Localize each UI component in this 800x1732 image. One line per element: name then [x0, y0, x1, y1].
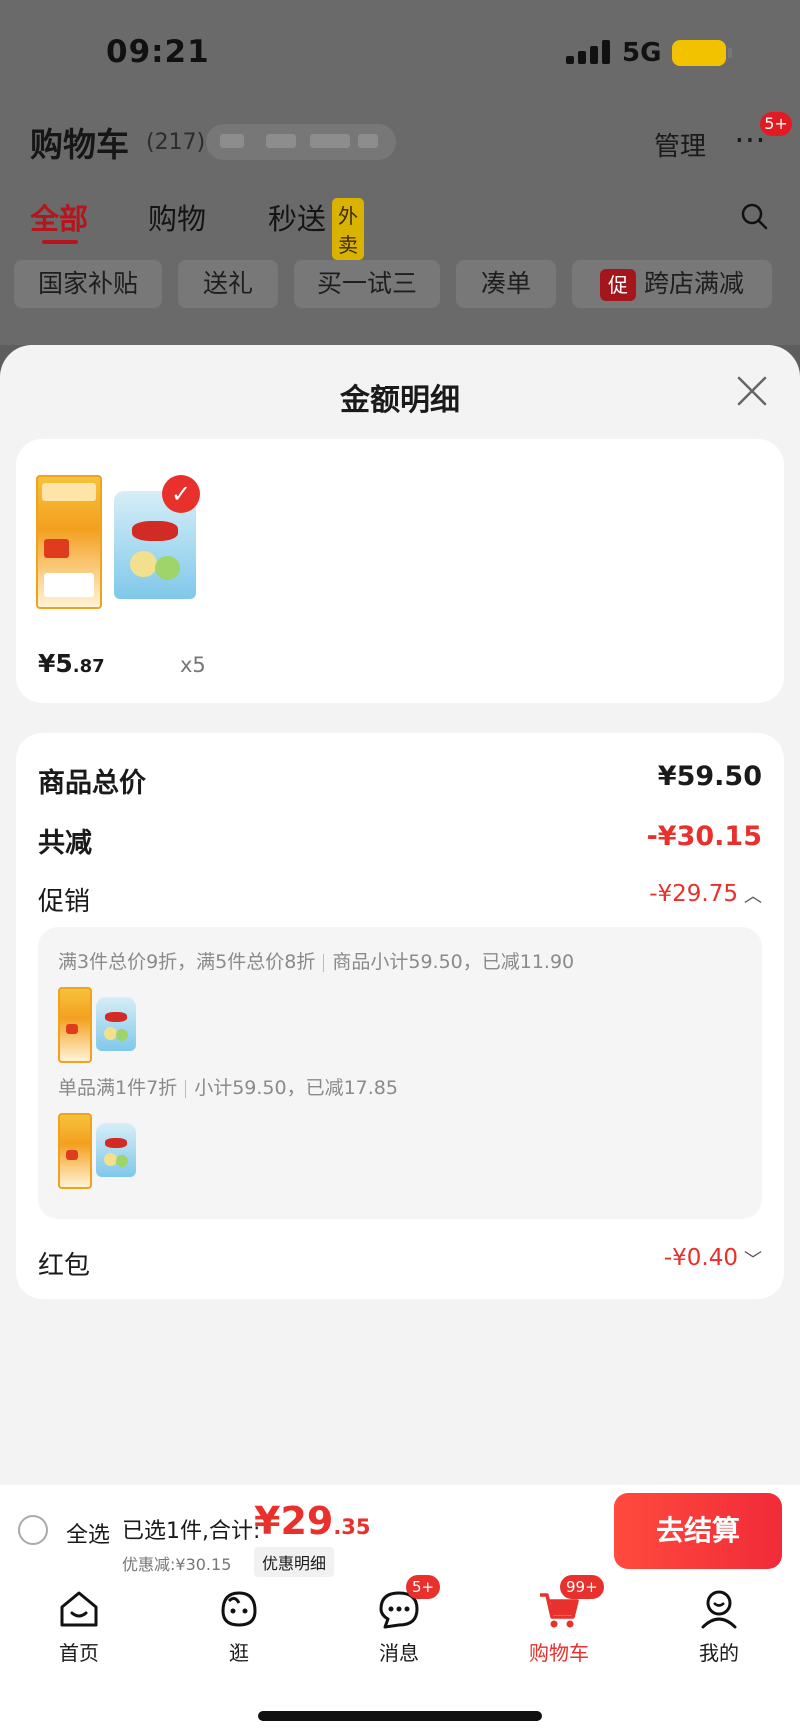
checkout-button[interactable]: 去结算 [614, 1493, 782, 1569]
browse-face-icon [221, 1591, 257, 1627]
chip-cross-store[interactable]: 促跨店满减 [572, 260, 772, 308]
amount-detail-card: 商品总价 ¥59.50 共减 -¥30.15 促销 -¥29.75 ︿ 满3件总价… [16, 733, 784, 1299]
tab-shopping[interactable]: 购物 [148, 196, 206, 238]
background-cart-page: 09:21 5G 购物车 (217) 管理 ⋯ 5+ 全部 购物 秒送 外卖 国… [0, 0, 800, 345]
signal-icon [566, 40, 610, 64]
cart-title: 购物车 [30, 125, 129, 164]
discount-detail-button[interactable]: 优惠明细 [254, 1547, 335, 1577]
red-packet-label: 红包 [38, 1251, 91, 1281]
tab-instant[interactable]: 秒送 [268, 196, 326, 238]
row-promotion[interactable]: 促销 -¥29.75 ︿ [38, 881, 762, 921]
red-packet-value: -¥0.40 ﹀ [663, 1245, 762, 1271]
sheet-title: 金额明细 [340, 383, 460, 418]
promo-rule-1-poster-image [58, 987, 92, 1063]
total-price-value: ¥59.50 [657, 761, 762, 792]
tab-all[interactable]: 全部 [30, 196, 88, 238]
total-price-label: 商品总价 [38, 768, 146, 799]
battery-icon [672, 40, 732, 66]
bottom-tabbar: 首页 逛 5+ 消息 99+ 购物车 我的 [0, 1575, 800, 1732]
chip-cross-store-label: 跨店满减 [643, 269, 744, 298]
chevron-up-icon: ︿ [744, 885, 762, 907]
chevron-down-icon: ﹀ [744, 1249, 762, 1271]
promotion-value: -¥29.75 ︿ [649, 881, 762, 907]
tabbar-label-cart: 购物车 [529, 1641, 589, 1665]
chip-national-subsidy[interactable]: 国家补贴 [14, 260, 162, 308]
tabbar-item-cart[interactable]: 99+ 购物车 [504, 1575, 614, 1666]
total-amount: ¥29.35 [254, 1499, 371, 1543]
tabbar-item-profile[interactable]: 我的 [664, 1587, 774, 1666]
row-total-reduce: 共减 -¥30.15 [38, 821, 762, 861]
profile-icon [701, 1590, 737, 1629]
promo-icon: 促 [599, 269, 636, 301]
total-reduce-label: 共减 [38, 828, 92, 859]
promo-rule-2-chips-image [96, 1123, 136, 1177]
cart-count: (217) [146, 130, 206, 155]
promo-poster-image [36, 475, 102, 609]
cart-header: 购物车 (217) 管理 ⋯ 5+ [0, 112, 800, 178]
promotion-breakdown: 满3件总价9折，满5件总价8折 商品小计59.50，已减11.90 单品满1件7折… [38, 927, 762, 1219]
amount-detail-sheet: 金额明细 ✓ ¥5.87 x5 商品总价 ¥59.50 共减 -¥30.15 促… [0, 345, 800, 1485]
chip-gift[interactable]: 送礼 [178, 260, 278, 308]
home-indicator[interactable] [258, 1711, 542, 1721]
blurred-address[interactable] [206, 124, 396, 160]
tabbar-item-home[interactable]: 首页 [24, 1587, 134, 1666]
total-reduce-value: -¥30.15 [646, 821, 762, 852]
promo-rule-1: 满3件总价9折，满5件总价8折 商品小计59.50，已减11.90 [58, 951, 575, 973]
home-icon [60, 1591, 98, 1627]
tabbar-label-browse: 逛 [229, 1641, 249, 1665]
search-icon[interactable] [740, 202, 768, 230]
discount-text: 优惠减:¥30.15 [122, 1555, 232, 1574]
product-price: ¥5.87 [38, 649, 105, 678]
promo-rule-1-chips-image [96, 997, 136, 1051]
tab-underline [42, 240, 78, 244]
chip-try-three[interactable]: 买一试三 [294, 260, 440, 308]
tabbar-item-browse[interactable]: 逛 [184, 1587, 294, 1666]
select-all-radio[interactable] [18, 1515, 48, 1545]
promotion-label: 促销 [38, 887, 91, 917]
status-time: 09:21 [106, 34, 210, 70]
status-bar: 09:21 5G [0, 0, 800, 100]
selected-summary: 已选1件,合计: [122, 1519, 261, 1544]
checked-icon: ✓ [162, 475, 200, 513]
tabbar-label-home: 首页 [59, 1641, 99, 1665]
product-quantity: x5 [180, 653, 206, 677]
waimai-tag: 外卖 [332, 198, 364, 260]
row-red-packet[interactable]: 红包 -¥0.40 ﹀ [38, 1245, 762, 1285]
tabbar-label-messages: 消息 [379, 1641, 419, 1665]
promo-rule-2-poster-image [58, 1113, 92, 1189]
checkout-bar: 全选 已选1件,合计: ¥29.35 优惠减:¥30.15 优惠明细 去结算 [0, 1485, 800, 1577]
product-card: ✓ ¥5.87 x5 [16, 439, 784, 703]
promo-rule-2: 单品满1件7折 小计59.50，已减17.85 [58, 1077, 398, 1099]
close-icon[interactable] [736, 375, 768, 407]
network-label: 5G [622, 38, 662, 68]
row-total-price: 商品总价 ¥59.50 [38, 761, 762, 801]
tabbar-item-messages[interactable]: 5+ 消息 [344, 1575, 454, 1666]
more-badge: 5+ [760, 112, 792, 136]
manage-button[interactable]: 管理 [654, 126, 706, 163]
messages-badge: 5+ [406, 1575, 441, 1599]
select-all-label[interactable]: 全选 [66, 1517, 110, 1549]
chip-add-on[interactable]: 凑单 [456, 260, 556, 308]
cart-badge: 99+ [560, 1575, 604, 1599]
tabbar-label-profile: 我的 [699, 1641, 739, 1665]
